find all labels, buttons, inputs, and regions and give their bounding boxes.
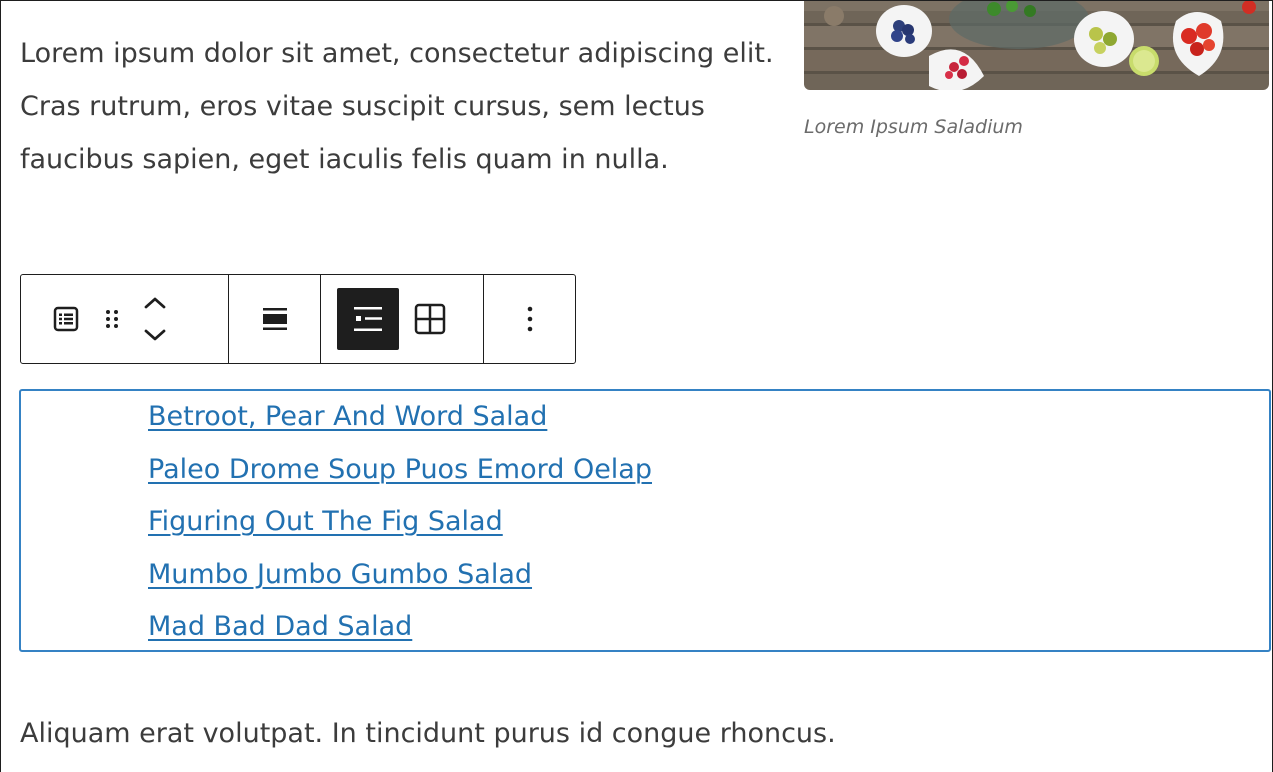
block-parent-group bbox=[21, 275, 230, 363]
block-mover bbox=[129, 288, 181, 350]
grid-view-button[interactable] bbox=[399, 288, 461, 350]
block-toolbar bbox=[20, 274, 576, 364]
salad-image[interactable] bbox=[804, 1, 1269, 90]
latest-posts-block[interactable]: Betroot, Pear And Word Salad Paleo Drome… bbox=[19, 389, 1271, 652]
options-group bbox=[484, 275, 575, 363]
post-link[interactable]: Mad Bad Dad Salad bbox=[148, 611, 412, 642]
align-wide-icon bbox=[262, 308, 287, 330]
post-link[interactable]: Mumbo Jumbo Gumbo Salad bbox=[148, 559, 532, 590]
list-view-button[interactable] bbox=[336, 288, 399, 350]
move-up-down-icon[interactable] bbox=[141, 294, 169, 344]
align-button[interactable] bbox=[244, 288, 306, 350]
list-item: Figuring Out The Fig Salad bbox=[148, 496, 652, 549]
list-layout-icon bbox=[353, 307, 382, 331]
post-link[interactable]: Betroot, Pear And Word Salad bbox=[148, 401, 547, 432]
list-view-icon bbox=[53, 306, 79, 332]
post-list: Betroot, Pear And Word Salad Paleo Drome… bbox=[148, 391, 652, 654]
image-caption[interactable]: Lorem Ipsum Saladium bbox=[804, 116, 1269, 138]
drag-handle-button[interactable] bbox=[95, 288, 129, 350]
intro-paragraph[interactable]: Lorem ipsum dolor sit amet, consectetur … bbox=[20, 27, 780, 186]
more-options-button[interactable] bbox=[499, 288, 561, 350]
list-item: Mad Bad Dad Salad bbox=[148, 601, 652, 654]
editor-canvas: Lorem ipsum dolor sit amet, consectetur … bbox=[0, 0, 1273, 772]
post-link[interactable]: Paleo Drome Soup Puos Emord Oelap bbox=[148, 454, 652, 485]
list-item: Mumbo Jumbo Gumbo Salad bbox=[148, 549, 652, 602]
drag-handle-icon bbox=[106, 310, 118, 328]
list-item: Paleo Drome Soup Puos Emord Oelap bbox=[148, 444, 652, 497]
more-options-icon bbox=[527, 306, 532, 332]
block-type-button[interactable] bbox=[37, 288, 95, 350]
move-up-button[interactable] bbox=[144, 297, 166, 309]
post-link[interactable]: Figuring Out The Fig Salad bbox=[148, 506, 503, 537]
layout-group bbox=[321, 275, 485, 363]
move-down-button[interactable] bbox=[144, 329, 166, 341]
alignment-group bbox=[229, 275, 321, 363]
grid-layout-icon bbox=[414, 303, 446, 335]
outro-paragraph[interactable]: Aliquam erat volutpat. In tincidunt puru… bbox=[20, 707, 836, 760]
list-item: Betroot, Pear And Word Salad bbox=[148, 391, 652, 444]
image-block[interactable]: Lorem Ipsum Saladium bbox=[804, 1, 1269, 138]
